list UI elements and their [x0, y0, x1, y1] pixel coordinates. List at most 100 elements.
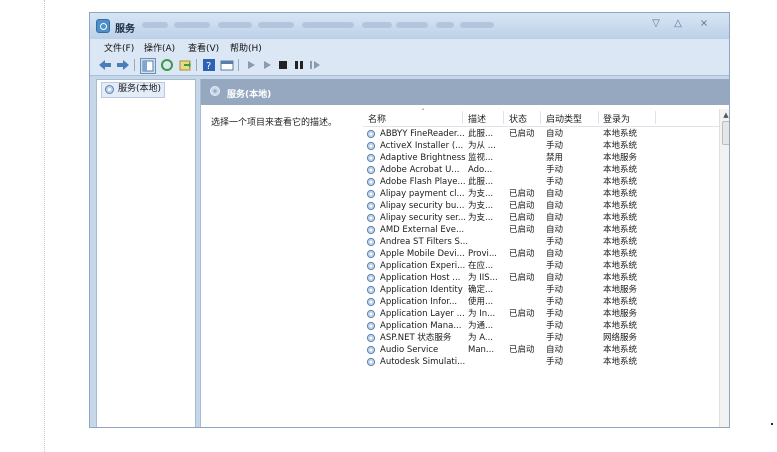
- service-status: 已启动: [509, 129, 535, 139]
- service-description: 确定...: [468, 285, 494, 295]
- chevron-up-icon[interactable]: △: [671, 17, 685, 31]
- refresh-icon[interactable]: [160, 58, 174, 72]
- service-logon-as: 本地服务: [603, 285, 638, 295]
- service-logon-as: 本地系统: [603, 297, 638, 307]
- blurred-tab: [302, 22, 354, 28]
- table-row[interactable]: Application Layer ... 为 In... 已启动 手动 本地服务: [363, 308, 720, 320]
- table-row[interactable]: Apple Mobile Devi... Provi... 已启动 自动 本地系统: [363, 248, 720, 260]
- table-row[interactable]: Alipay payment cl... 为支... 已启动 自动 本地系统: [363, 188, 720, 200]
- blurred-tab: [142, 22, 168, 28]
- start-icon[interactable]: [244, 58, 258, 72]
- vertical-scrollbar[interactable]: ▲: [719, 109, 729, 427]
- column-divider[interactable]: [540, 111, 541, 124]
- service-name: Alipay payment cl...: [380, 189, 465, 199]
- table-row[interactable]: Application Host ... 为 IIS... 已启动 自动 本地系统: [363, 272, 720, 284]
- column-header-startup-type[interactable]: 启动类型: [546, 112, 582, 125]
- service-status: 已启动: [509, 189, 535, 199]
- service-status: 已启动: [509, 213, 535, 223]
- table-row[interactable]: Application Identity 确定... 手动 本地服务: [363, 284, 720, 296]
- table-row[interactable]: Adobe Acrobat U... Ado... 手动 本地系统: [363, 164, 720, 176]
- blurred-tab: [396, 22, 428, 28]
- service-gear-icon: [209, 85, 221, 100]
- blurred-tab: [218, 22, 252, 28]
- service-description: 为 A...: [468, 333, 493, 343]
- service-name: ASP.NET 状态服务: [380, 333, 452, 343]
- table-row[interactable]: Application Mana... 为通... 手动 本地系统: [363, 320, 720, 332]
- service-startup-type: 手动: [546, 297, 564, 307]
- service-name: Andrea ST Filters S...: [380, 237, 469, 247]
- table-row[interactable]: Andrea ST Filters S... 手动 本地系统: [363, 236, 720, 248]
- blurred-tab: [436, 22, 454, 28]
- table-row[interactable]: Alipay security ser... 为支... 已启动 自动 本地系统: [363, 212, 720, 224]
- service-startup-type: 自动: [546, 225, 564, 235]
- toolbar-separator: [196, 59, 197, 71]
- stop-icon[interactable]: [276, 58, 290, 72]
- table-row[interactable]: Alipay security bu... 为支... 已启动 自动 本地系统: [363, 200, 720, 212]
- forward-arrow-icon[interactable]: [116, 58, 130, 72]
- service-name: Application Infor...: [380, 297, 458, 307]
- scrollbar-thumb[interactable]: [722, 121, 729, 145]
- sort-ascending-icon: ˆ: [421, 108, 425, 117]
- service-name: Application Mana...: [380, 321, 462, 331]
- service-logon-as: 本地服务: [603, 153, 638, 163]
- services-window: 服务 ▽ △ × 文件(F) 操作(A) 查看(V) 帮助(H) ? 服务(本地…: [89, 12, 730, 428]
- column-header-name[interactable]: 名称: [368, 112, 386, 125]
- table-row[interactable]: Autodesk Simulati... 手动 本地系统: [363, 356, 720, 368]
- service-name: Application Experi...: [380, 261, 466, 271]
- column-divider[interactable]: [598, 111, 599, 124]
- console-tree-icon[interactable]: [140, 58, 156, 74]
- service-name: Alipay security bu...: [380, 201, 465, 211]
- service-status: 已启动: [509, 273, 535, 283]
- table-row[interactable]: Adaptive Brightness 监视... 禁用 本地服务: [363, 152, 720, 164]
- blurred-tab: [258, 22, 294, 28]
- service-description: 此服...: [468, 129, 494, 139]
- table-row[interactable]: Application Infor... 使用... 手动 本地系统: [363, 296, 720, 308]
- start-alt-icon[interactable]: [260, 58, 274, 72]
- pause-icon[interactable]: [292, 58, 306, 72]
- menu-file[interactable]: 文件(F): [104, 41, 134, 54]
- service-description: 为 In...: [468, 309, 496, 319]
- close-icon[interactable]: ×: [697, 17, 711, 31]
- column-divider[interactable]: [462, 111, 463, 124]
- column-divider[interactable]: [655, 111, 656, 124]
- service-startup-type: 手动: [546, 237, 564, 247]
- service-logon-as: 本地系统: [603, 321, 638, 331]
- service-name: Adobe Acrobat U...: [380, 165, 460, 175]
- help-icon[interactable]: ?: [202, 58, 216, 72]
- chevron-down-icon[interactable]: ▽: [649, 17, 663, 31]
- back-arrow-icon[interactable]: [98, 58, 112, 72]
- menu-action[interactable]: 操作(A): [144, 41, 175, 54]
- window-title: 服务: [115, 24, 135, 35]
- scroll-up-icon[interactable]: ▲: [720, 109, 729, 121]
- menu-view[interactable]: 查看(V): [188, 41, 219, 54]
- tree-item-services-local[interactable]: 服务(本地): [101, 82, 166, 98]
- restart-icon[interactable]: [308, 58, 322, 72]
- title-bar[interactable]: 服务 ▽ △ ×: [90, 13, 729, 39]
- table-row[interactable]: ABBYY FineReader... 此服... 已启动 自动 本地系统: [363, 128, 720, 140]
- service-logon-as: 本地系统: [603, 177, 638, 187]
- table-row[interactable]: Application Experi... 在应... 手动 本地系统: [363, 260, 720, 272]
- service-name: Apple Mobile Devi...: [380, 249, 465, 259]
- column-divider[interactable]: [503, 111, 504, 124]
- table-row[interactable]: Adobe Flash Playe... 此服... 手动 本地系统: [363, 176, 720, 188]
- service-description: 监视...: [468, 153, 494, 163]
- service-status: 已启动: [509, 345, 535, 355]
- column-header-status[interactable]: 状态: [509, 112, 527, 125]
- blurred-tab: [362, 22, 392, 28]
- table-row[interactable]: ASP.NET 状态服务 为 A... 手动 网络服务: [363, 332, 720, 344]
- properties-icon[interactable]: [220, 58, 234, 72]
- column-header-description[interactable]: 描述: [468, 112, 486, 125]
- service-logon-as: 本地系统: [603, 345, 638, 355]
- service-startup-type: 自动: [546, 345, 564, 355]
- service-description: 为 IIS...: [468, 273, 498, 283]
- service-name: Autodesk Simulati...: [380, 357, 466, 367]
- service-name: Application Host ...: [380, 273, 461, 283]
- service-startup-type: 手动: [546, 177, 564, 187]
- blurred-tab: [174, 22, 210, 28]
- table-row[interactable]: AMD External Eve... 已启动 自动 本地系统: [363, 224, 720, 236]
- table-row[interactable]: Audio Service Man... 已启动 自动 本地系统: [363, 344, 720, 356]
- table-row[interactable]: ActiveX Installer (... 为从 ... 手动 本地系统: [363, 140, 720, 152]
- menu-help[interactable]: 帮助(H): [230, 41, 262, 54]
- column-header-logon-as[interactable]: 登录为: [603, 112, 630, 125]
- export-icon[interactable]: [178, 58, 192, 72]
